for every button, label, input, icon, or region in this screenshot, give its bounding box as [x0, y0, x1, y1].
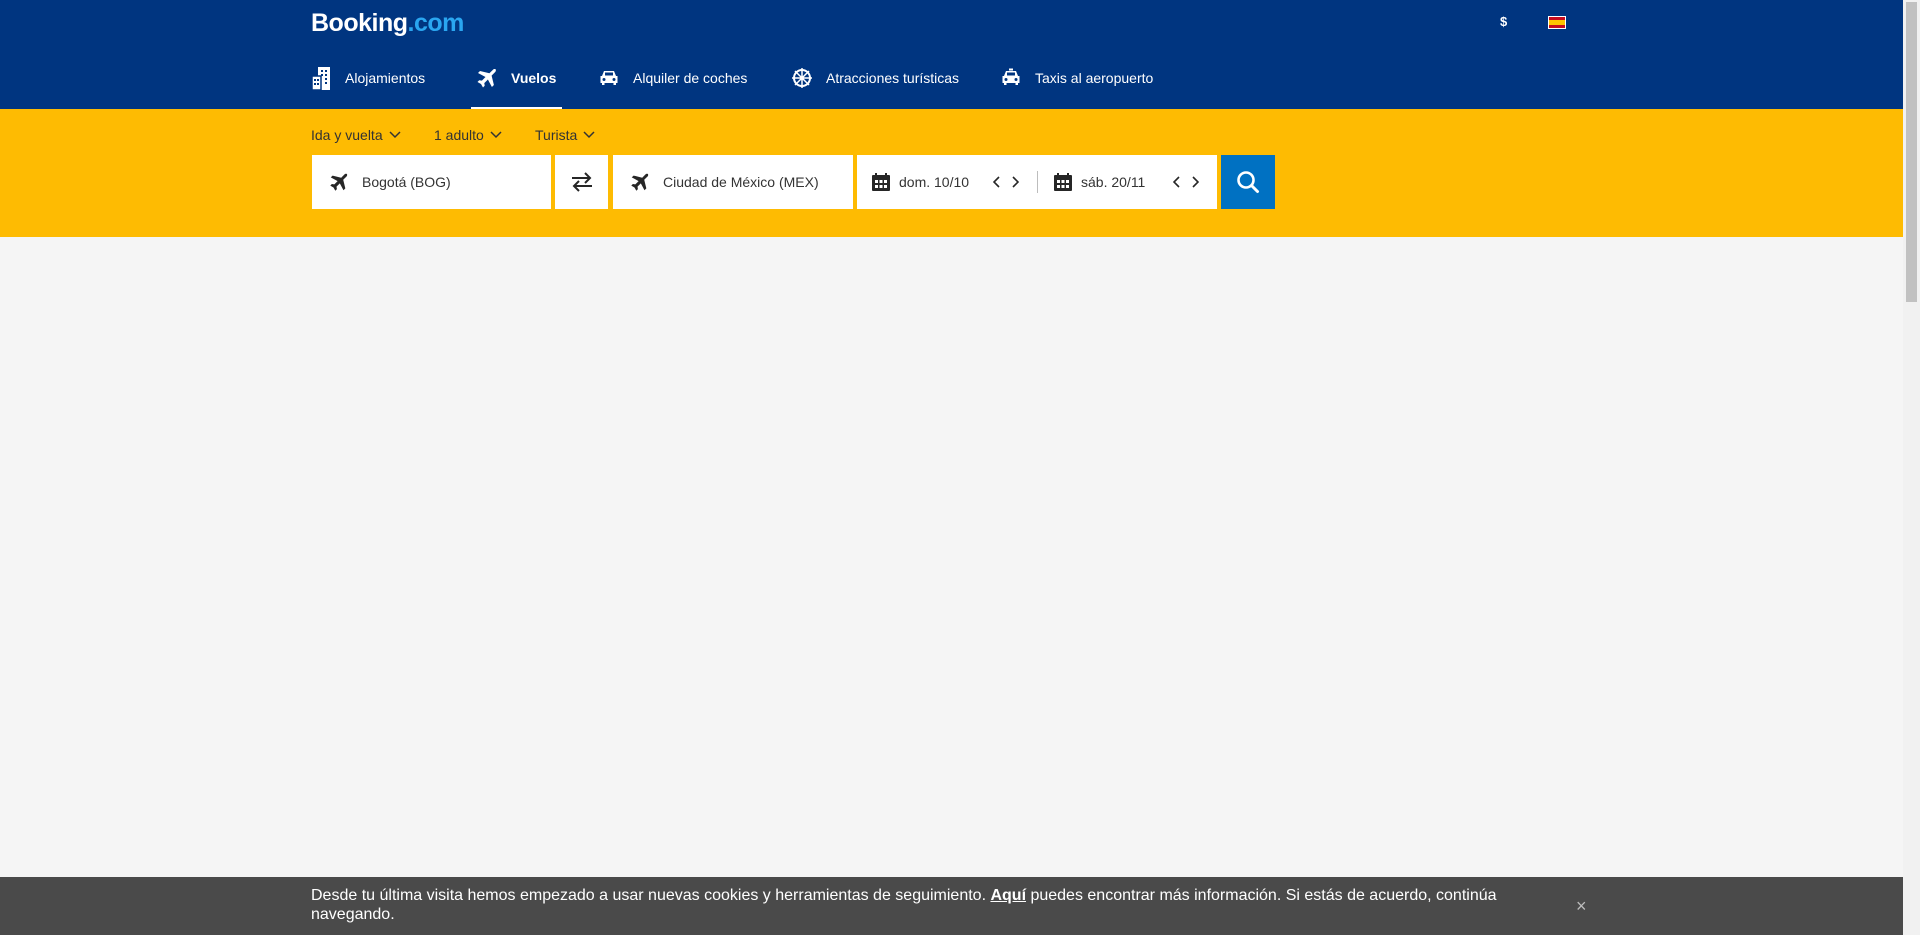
swap-arrows-icon: [571, 172, 592, 192]
flag-es-icon[interactable]: [1548, 16, 1566, 29]
nav-label: Alojamientos: [345, 70, 426, 86]
cookie-banner: Desde tu última visita hemos empezado a …: [0, 877, 1903, 935]
calendar-icon: [1054, 173, 1072, 191]
nav-item-alojamientos[interactable]: Alojamientos: [311, 58, 425, 109]
cabin-class-dropdown[interactable]: Turista: [535, 127, 595, 143]
depart-prev-day-button[interactable]: [989, 174, 1005, 190]
passengers-label: 1 adulto: [434, 127, 484, 143]
scrollbar-thumb[interactable]: [1906, 2, 1917, 302]
return-prev-day-button[interactable]: [1169, 174, 1185, 190]
passengers-dropdown[interactable]: 1 adulto: [434, 127, 502, 143]
cookie-text-start: Desde tu última visita hemos empezado a …: [311, 887, 991, 904]
nav-label: Alquiler de coches: [633, 70, 748, 86]
destination-input[interactable]: Ciudad de México (MEX): [613, 155, 853, 209]
plane-landing-icon: [631, 173, 649, 191]
nav-item-taxis-al-aeropuerto[interactable]: Taxis al aeropuerto: [999, 58, 1153, 109]
origin-input[interactable]: Bogotá (BOG): [312, 155, 551, 209]
trip-type-label: Ida y vuelta: [311, 127, 383, 143]
origin-value: Bogotá (BOG): [362, 174, 451, 190]
nav-item-atracciones-turisticas[interactable]: Atracciones turísticas: [790, 58, 959, 109]
nav-label: Atracciones turísticas: [826, 70, 960, 86]
page-scrollbar[interactable]: [1903, 0, 1920, 935]
cookie-message: Desde tu última visita hemos empezado a …: [311, 886, 1511, 924]
plane-icon: [477, 68, 496, 88]
nav-item-alquiler-de-coches[interactable]: Alquiler de coches: [597, 58, 747, 109]
close-icon[interactable]: ×: [1576, 896, 1587, 917]
swap-locations-button[interactable]: [555, 155, 608, 209]
flight-search-panel: Ida y vuelta 1 adulto Turista Bogotá (BO…: [0, 109, 1903, 237]
nav-label: Vuelos: [511, 70, 557, 86]
plane-takeoff-icon: [330, 173, 348, 191]
date-divider: [1037, 171, 1038, 193]
depart-date-value: dom. 10/10: [899, 174, 970, 190]
chevron-down-icon: [583, 131, 595, 139]
destination-value: Ciudad de México (MEX): [663, 174, 819, 190]
chevron-right-icon: [1012, 176, 1019, 188]
chevron-down-icon: [389, 131, 401, 139]
taxi-icon: [1002, 68, 1020, 85]
nav-item-vuelos[interactable]: Vuelos: [471, 58, 563, 109]
calendar-icon: [872, 173, 890, 191]
chevron-right-icon: [1192, 176, 1199, 188]
return-date-value: sáb. 20/11: [1081, 174, 1146, 190]
building-icon: [311, 67, 330, 91]
chevron-left-icon: [993, 176, 1000, 188]
nav-label: Taxis al aeropuerto: [1035, 70, 1154, 86]
car-icon: [600, 71, 618, 85]
depart-next-day-button[interactable]: [1007, 174, 1023, 190]
trip-type-dropdown[interactable]: Ida y vuelta: [311, 127, 401, 143]
top-header: Booking.com $ Alojamientos Vuelos Alquil…: [0, 0, 1903, 109]
search-button[interactable]: [1221, 155, 1275, 209]
cookie-info-link[interactable]: Aquí: [990, 887, 1026, 904]
chevron-down-icon: [490, 131, 502, 139]
cabin-class-label: Turista: [535, 127, 578, 143]
depart-date-field[interactable]: dom. 10/10: [871, 155, 969, 209]
currency-selector[interactable]: $: [1500, 14, 1507, 29]
chevron-left-icon: [1173, 176, 1180, 188]
ferris-wheel-icon: [792, 68, 812, 88]
booking-logo[interactable]: Booking.com: [311, 9, 464, 38]
return-next-day-button[interactable]: [1187, 174, 1203, 190]
search-icon: [1237, 171, 1259, 193]
date-range-picker: dom. 10/10 sáb. 20/11: [857, 155, 1217, 209]
return-date-field[interactable]: sáb. 20/11: [1053, 155, 1145, 209]
